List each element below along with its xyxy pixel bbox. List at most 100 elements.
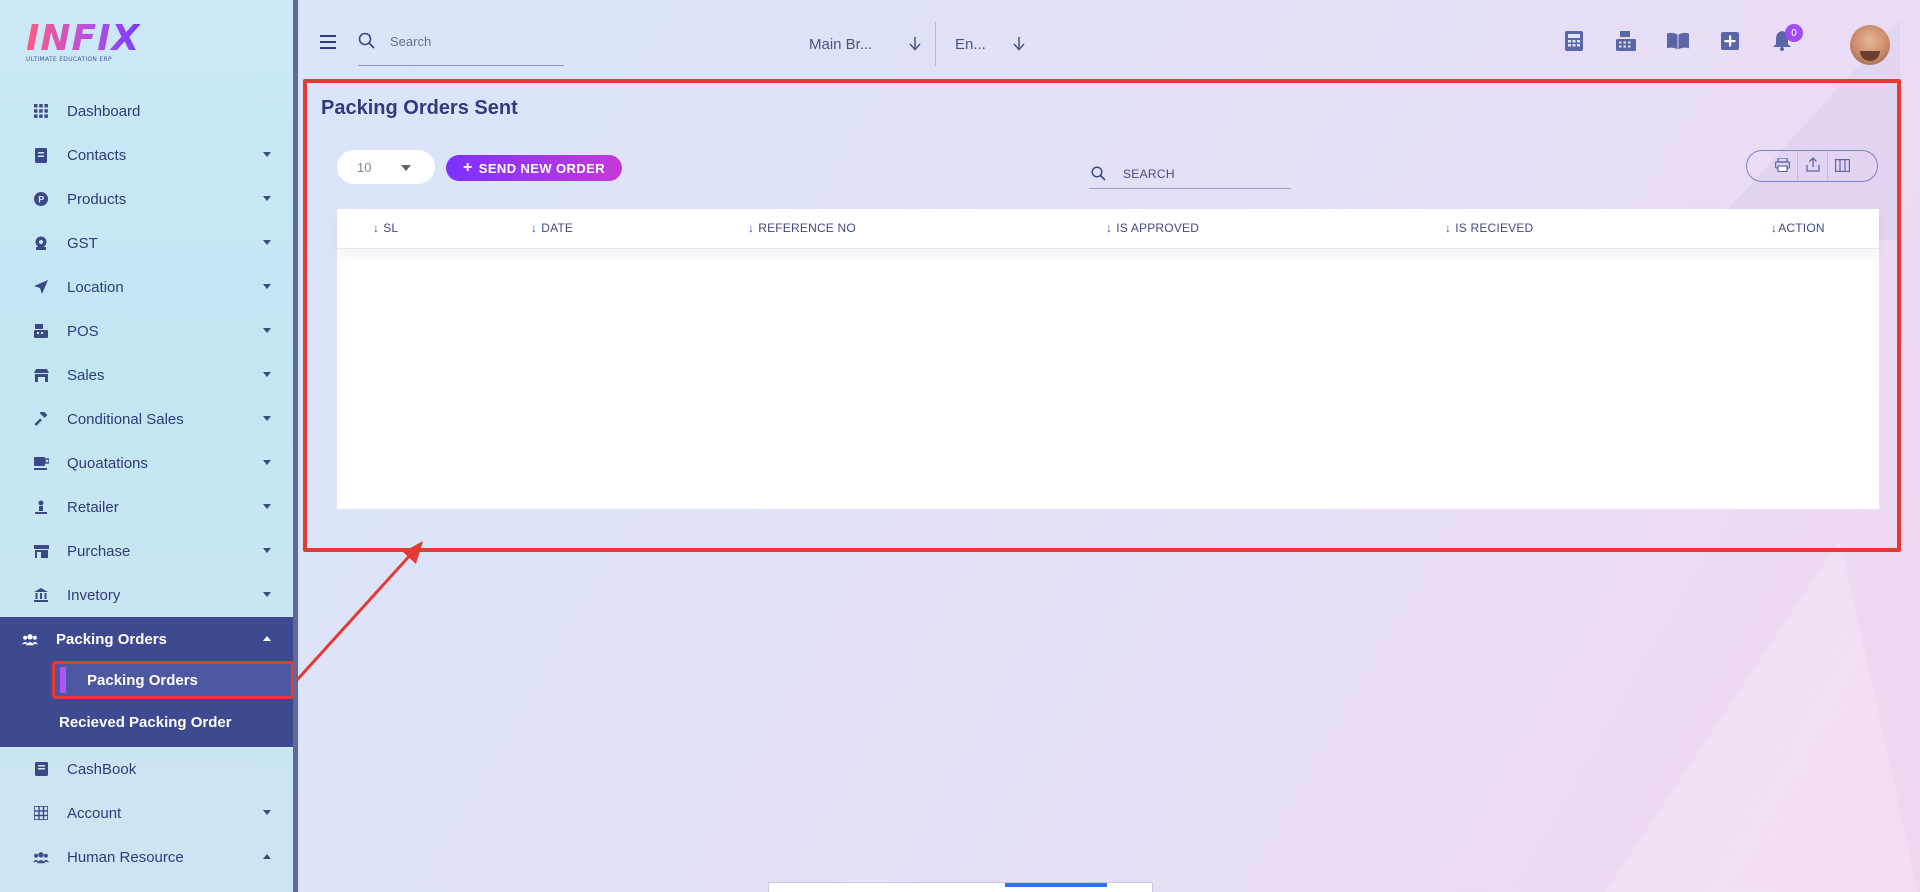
column-label: ACTION — [1778, 221, 1825, 235]
chevron-down-icon — [263, 810, 271, 815]
chevron-up-icon — [263, 854, 271, 859]
chevron-down-icon — [263, 460, 271, 465]
column-header-date[interactable]: ↓ DATE — [531, 221, 573, 235]
calculator-icon[interactable] — [1563, 30, 1585, 52]
sidebar-subitem-packing-orders[interactable]: Packing Orders — [52, 661, 294, 699]
language-select[interactable]: En... — [955, 33, 1025, 55]
cashbook-icon — [33, 761, 49, 777]
logo[interactable]: INFIX ULTIMATE EDUCATION ERP — [26, 20, 140, 64]
upload-icon — [1805, 156, 1820, 176]
sidebar-subitem-recieved-packing-order[interactable]: Recieved Packing Order — [0, 703, 293, 741]
chevron-down-icon — [263, 548, 271, 553]
sidebar-item-products[interactable]: P Products — [0, 177, 293, 221]
send-new-order-label: SEND NEW ORDER — [478, 160, 605, 176]
chevron-down-icon — [263, 372, 271, 377]
chevron-down-icon — [263, 416, 271, 421]
arrow-down-icon — [909, 37, 921, 51]
branch-select[interactable]: Main Br... — [809, 33, 921, 55]
sort-arrow-icon: ↓ — [748, 221, 755, 235]
export-button[interactable] — [1797, 151, 1827, 181]
column-label: IS RECIEVED — [1455, 221, 1534, 235]
column-header-reference-no[interactable]: ↓ REFERENCE NO — [748, 221, 856, 235]
notification-count-badge: 0 — [1785, 24, 1803, 42]
page-size-select[interactable]: 10 — [337, 150, 435, 184]
sidebar-item-sales[interactable]: Sales — [0, 353, 293, 397]
sidebar-item-account[interactable]: Account — [0, 791, 293, 835]
sidebar-item-retailer[interactable]: Retailer — [0, 485, 293, 529]
sort-arrow-icon: ↓ — [1445, 221, 1452, 235]
arrow-down-icon — [1013, 37, 1025, 51]
sidebar-item-purchase[interactable]: Purchase — [0, 529, 293, 573]
chevron-down-icon — [263, 196, 271, 201]
bank-icon — [33, 587, 49, 603]
chevron-down-icon — [263, 504, 271, 509]
location-arrow-icon — [33, 279, 49, 295]
page-size-value: 10 — [357, 159, 372, 175]
bell-icon[interactable]: 0 — [1771, 24, 1803, 52]
print-button[interactable] — [1767, 151, 1797, 181]
sidebar-scrollbar[interactable] — [293, 0, 298, 892]
gst-icon — [33, 235, 49, 251]
sidebar-item-cashbook[interactable]: CashBook — [0, 747, 293, 791]
mug-icon — [33, 455, 49, 471]
sidebar-item-label: Conditional Sales — [67, 410, 184, 428]
book-icon[interactable] — [1667, 30, 1689, 52]
sidebar-item-packing-orders[interactable]: Packing Orders — [0, 617, 293, 661]
sidebar-item-label: Location — [67, 278, 124, 296]
search-icon — [1091, 165, 1107, 182]
sidebar-item-quoatations[interactable]: Quoatations — [0, 441, 293, 485]
column-header-is-approved[interactable]: ↓ IS APPROVED — [1106, 221, 1199, 235]
table-search-input[interactable] — [1123, 166, 1273, 181]
send-new-order-button[interactable]: + SEND NEW ORDER — [446, 155, 622, 181]
chevron-down-icon — [263, 328, 271, 333]
branch-select-value: Main Br... — [809, 35, 873, 53]
column-header-sl[interactable]: ↓ SL — [373, 221, 398, 235]
shop-icon — [33, 543, 49, 559]
sidebar-subitem-label: Recieved Packing Order — [59, 713, 232, 731]
sidebar-item-invetory[interactable]: Invetory — [0, 573, 293, 617]
chevron-down-icon — [263, 284, 271, 289]
cash-register-icon[interactable] — [1615, 30, 1637, 52]
sidebar-item-label: Purchase — [67, 542, 131, 560]
sidebar-item-conditional-sales[interactable]: Conditional Sales — [0, 397, 293, 441]
sort-arrow-icon: ↓ — [1771, 221, 1778, 235]
chevron-up-icon — [263, 636, 271, 641]
header-actions: 0 — [1563, 24, 1823, 52]
sidebar-item-gst[interactable]: GST — [0, 221, 293, 265]
header-search-input[interactable] — [390, 34, 550, 49]
header-divider — [935, 22, 936, 66]
products-icon: P — [33, 191, 49, 207]
sidebar-item-label: Invetory — [67, 586, 121, 604]
sidebar-item-dashboard[interactable]: Dashboard — [0, 89, 293, 133]
user-avatar[interactable] — [1850, 25, 1890, 65]
sidebar-item-label: Products — [67, 190, 127, 208]
sidebar-item-pos[interactable]: POS — [0, 309, 293, 353]
header-search — [358, 28, 564, 66]
sidebar-item-label: Contacts — [67, 146, 127, 164]
plus-square-icon[interactable] — [1719, 30, 1741, 52]
users-icon — [33, 849, 49, 865]
sidebar-item-label: Dashboard — [67, 102, 141, 120]
columns-button[interactable] — [1827, 151, 1857, 181]
sidebar-item-contacts[interactable]: Contacts — [0, 133, 293, 177]
sidebar-item-human-resource[interactable]: Human Resource — [0, 835, 293, 879]
table-search — [1089, 159, 1291, 189]
table-export-button-group — [1746, 150, 1878, 182]
sidebar-item-location[interactable]: Location — [0, 265, 293, 309]
hamburger-menu-icon[interactable] — [320, 35, 336, 49]
column-header-is-recieved[interactable]: ↓ IS RECIEVED — [1445, 221, 1533, 235]
column-label: IS APPROVED — [1116, 221, 1200, 235]
plus-icon: + — [463, 159, 473, 176]
sort-arrow-icon: ↓ — [531, 221, 538, 235]
column-label: DATE — [541, 221, 574, 235]
columns-icon — [1835, 157, 1851, 176]
sidebar-item-label: Human Resource — [67, 848, 184, 866]
sidebar-item-label: POS — [67, 322, 99, 340]
sidebar-item-label: Quoatations — [67, 454, 148, 472]
column-header-action[interactable]: ↓ ACTION — [1771, 221, 1825, 235]
sidebar-item-label: Sales — [67, 366, 105, 384]
caret-down-icon — [401, 165, 411, 171]
top-header: Main Br... En... 0 — [298, 0, 1920, 78]
sort-arrow-icon: ↓ — [373, 221, 380, 235]
column-label: REFERENCE NO — [758, 221, 856, 235]
